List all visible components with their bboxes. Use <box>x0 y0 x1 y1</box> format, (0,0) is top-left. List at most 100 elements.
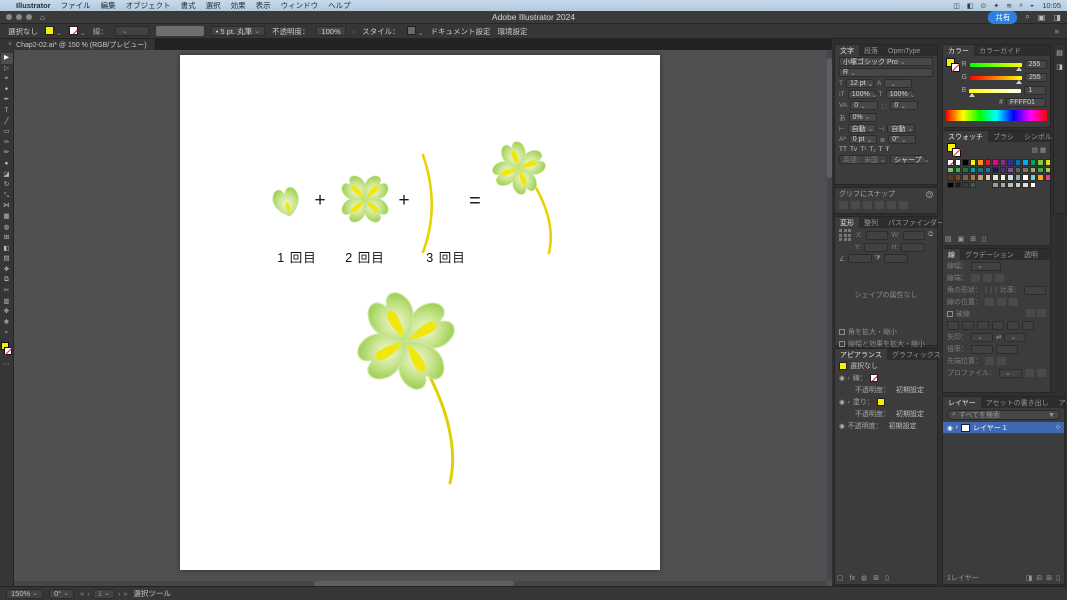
swatch[interactable] <box>1037 166 1044 173</box>
swatch[interactable] <box>969 174 976 181</box>
tool-button[interactable]: ⤡ <box>1 191 13 202</box>
control-panel-menu-icon[interactable]: ≡ <box>1055 27 1059 36</box>
panel-tab[interactable]: アートボード <box>1054 397 1067 408</box>
swatch-fill-stroke-chips[interactable] <box>947 143 962 157</box>
arrow-scale-start-field[interactable] <box>971 344 993 354</box>
b-slider[interactable] <box>969 88 1022 97</box>
stroke-color-dropdown[interactable] <box>68 25 86 37</box>
swatch[interactable] <box>954 174 961 181</box>
swatch[interactable] <box>977 159 984 166</box>
swatch[interactable] <box>1022 174 1029 181</box>
char-style-button[interactable]: T₁ <box>869 146 875 153</box>
new-stroke-icon[interactable]: ▢ <box>837 574 844 582</box>
color-fill-stroke-chips[interactable] <box>946 58 960 72</box>
result-clover[interactable] <box>483 132 554 203</box>
tool-button[interactable]: ▤ <box>1 254 13 265</box>
b-value-field[interactable]: 1 <box>1024 86 1047 95</box>
status-icon[interactable]: ◫ <box>953 2 960 10</box>
status-icon[interactable]: ≋ <box>1006 2 1012 10</box>
tool-button[interactable]: ▷ <box>1 64 13 75</box>
status-icon[interactable]: ⊙ <box>980 2 986 10</box>
tool-button[interactable]: ◧ <box>1 244 13 255</box>
menu-item[interactable]: 書式 <box>181 0 196 11</box>
tool-button[interactable]: T <box>1 106 13 117</box>
swatch[interactable] <box>969 181 976 188</box>
arrange-documents-icon[interactable]: ▣ <box>1038 13 1046 22</box>
swatch[interactable] <box>962 174 969 181</box>
tip-extend-icon[interactable] <box>985 357 994 365</box>
swatch-libraries-icon[interactable]: ▤ <box>945 235 952 243</box>
x-field[interactable] <box>865 230 889 240</box>
horizontal-scale-field[interactable]: 100% <box>885 90 914 99</box>
tracking-field[interactable]: 0 <box>890 101 919 110</box>
fill-stroke-indicator[interactable] <box>0 342 13 356</box>
zoom-level-dropdown[interactable]: 150% <box>6 588 44 599</box>
share-button[interactable]: 共有 <box>988 10 1018 24</box>
font-style-dropdown[interactable]: R <box>839 68 933 77</box>
swatch[interactable] <box>947 166 954 173</box>
clover-step2[interactable] <box>339 173 392 226</box>
panel-tab[interactable]: レイヤー <box>943 397 981 408</box>
swatch[interactable] <box>1029 174 1036 181</box>
layer-row[interactable]: ◉ › レイヤー 1 ○ <box>943 422 1064 433</box>
expand-icon[interactable]: › <box>848 375 850 382</box>
g-value-field[interactable]: 255 <box>1025 73 1047 82</box>
swatch[interactable] <box>999 181 1006 188</box>
align-outside-icon[interactable] <box>1009 298 1018 306</box>
leading-field[interactable] <box>884 79 913 88</box>
arrow-end-dropdown[interactable] <box>1004 332 1027 342</box>
stroke-chip[interactable] <box>951 63 960 72</box>
menu-item[interactable]: ウィンドウ <box>281 0 319 11</box>
char-style-button[interactable]: Ŧ <box>885 146 889 153</box>
stroke-proxy[interactable] <box>3 347 12 356</box>
menu-item[interactable]: 編集 <box>101 0 116 11</box>
snap-option-icon[interactable] <box>839 201 848 209</box>
last-artboard-icon[interactable]: » <box>123 589 127 598</box>
swatch[interactable] <box>969 166 976 173</box>
reference-point-selector[interactable] <box>839 229 851 241</box>
status-icon[interactable]: ✦ <box>993 2 999 10</box>
menu-item[interactable]: ファイル <box>61 0 91 11</box>
libraries-panel-icon[interactable]: ▤ <box>1056 49 1063 57</box>
shear-field[interactable] <box>883 254 908 263</box>
tool-button[interactable]: ▥ <box>1 297 13 308</box>
stroke-weight-field[interactable] <box>114 26 149 36</box>
panel-tab[interactable]: スウォッチ <box>943 131 988 142</box>
close-tab-icon[interactable]: × <box>8 41 12 48</box>
tool-button[interactable]: ▭ <box>1 127 13 138</box>
help-icon[interactable]: ? <box>926 190 933 199</box>
swatch[interactable] <box>992 174 999 181</box>
list-view-icon[interactable]: ▤ <box>1032 147 1038 154</box>
snap-option-icon[interactable] <box>899 201 908 209</box>
flip-across-icon[interactable] <box>1037 369 1046 377</box>
swatch[interactable] <box>1037 159 1044 166</box>
dashed-line-checkbox[interactable] <box>947 311 953 317</box>
tool-button[interactable]: ● <box>1 159 13 170</box>
snap-option-icon[interactable] <box>875 201 884 209</box>
menu-item[interactable]: ヘルプ <box>328 0 351 11</box>
swatch[interactable] <box>1014 166 1021 173</box>
baseline-shift-field[interactable]: 0 pt <box>848 135 877 144</box>
panel-tab[interactable]: 整列 <box>859 217 883 228</box>
grid-view-icon[interactable]: ▦ <box>1040 147 1046 154</box>
swatch[interactable] <box>1022 181 1029 188</box>
expand-icon[interactable]: › <box>848 399 850 406</box>
swatch[interactable] <box>947 159 954 166</box>
w-field[interactable] <box>902 230 926 240</box>
status-icon[interactable]: ⌕ <box>1019 2 1023 10</box>
arrow-scale-end-field[interactable] <box>996 344 1018 354</box>
swatch[interactable] <box>1007 159 1014 166</box>
minimize-window-button[interactable] <box>16 14 22 20</box>
tool-button[interactable]: ❋ <box>1 318 13 329</box>
status-icon[interactable]: ◒ <box>1030 2 1034 10</box>
canvas-area[interactable]: + + = 1 回目 2 回目 3 回目 <box>14 50 832 586</box>
swatch[interactable] <box>954 159 961 166</box>
panel-tab[interactable]: ブラシ <box>988 131 1019 142</box>
char-style-button[interactable]: TT <box>839 146 847 153</box>
tool-button[interactable]: ✑ <box>1 138 13 149</box>
r-value-field[interactable]: 255 <box>1024 60 1047 69</box>
panel-tab[interactable]: パスファインダー <box>883 217 949 228</box>
swatch[interactable] <box>1022 159 1029 166</box>
previous-artboard-icon[interactable]: ‹ <box>87 589 90 598</box>
tool-button[interactable]: ❖ <box>1 265 13 276</box>
